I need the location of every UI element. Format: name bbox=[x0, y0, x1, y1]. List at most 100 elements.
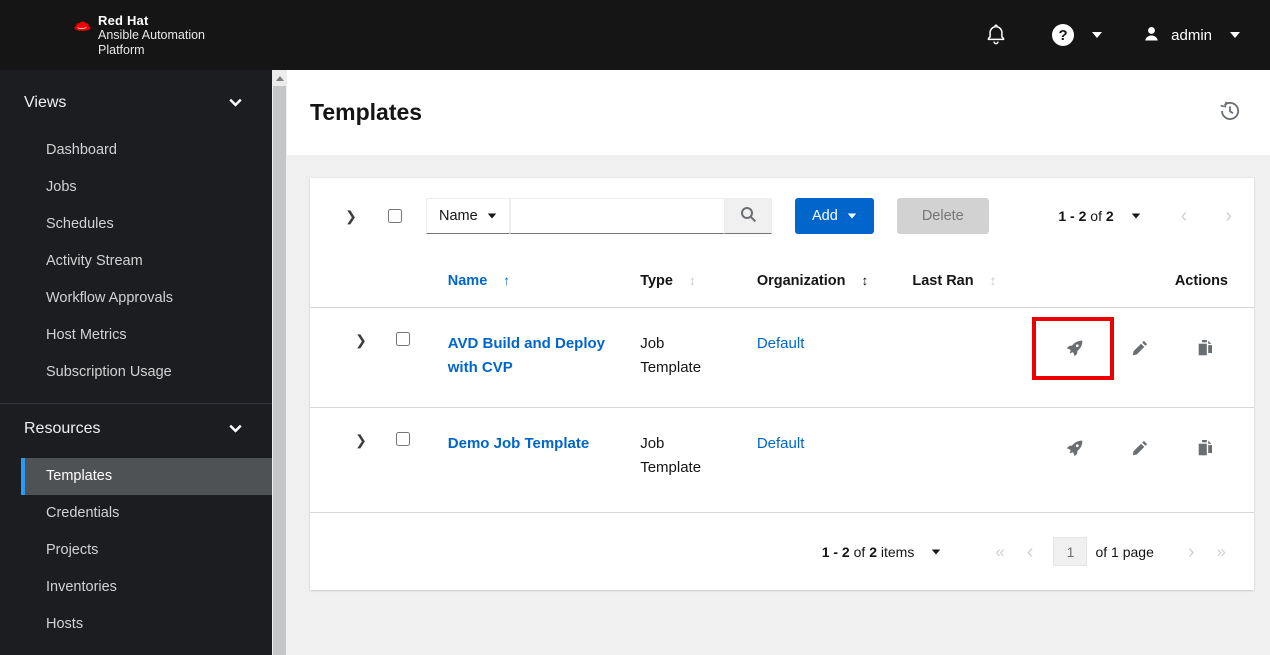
sidebar-item-schedules[interactable]: Schedules bbox=[0, 206, 272, 243]
nav-section-views-header[interactable]: Views bbox=[0, 84, 272, 122]
sort-ascending-icon: ↑ bbox=[503, 273, 511, 288]
copy-icon bbox=[1196, 340, 1213, 359]
edit-template-button[interactable] bbox=[1131, 340, 1148, 359]
caret-down-icon bbox=[487, 213, 497, 219]
sidebar-item-inventories[interactable]: Inventories bbox=[0, 569, 272, 606]
delete-button[interactable]: Delete bbox=[896, 198, 989, 234]
table-header-row: Name ↑ Type ↕ Organization ↕ Last Ran ↕ bbox=[310, 255, 1254, 308]
select-all-checkbox[interactable] bbox=[388, 209, 402, 223]
column-header-last-ran[interactable]: Last Ran ↕ bbox=[891, 255, 1041, 308]
bell-icon bbox=[986, 23, 1006, 48]
column-header-type[interactable]: Type ↕ bbox=[619, 255, 736, 308]
nav-section-views: Views Dashboard Jobs Schedules Activity … bbox=[0, 70, 272, 391]
search-icon bbox=[740, 206, 757, 226]
template-type: Job Template bbox=[640, 435, 702, 476]
filter-key-select[interactable]: Name bbox=[426, 198, 510, 234]
user-icon bbox=[1142, 24, 1161, 46]
current-page-input[interactable] bbox=[1053, 537, 1088, 566]
brand-line3: Platform bbox=[98, 42, 145, 57]
chevron-down-icon bbox=[229, 420, 242, 438]
sidebar-item-dashboard[interactable]: Dashboard bbox=[0, 132, 272, 169]
launch-template-button[interactable] bbox=[1066, 440, 1083, 460]
sidebar-item-templates[interactable]: Templates bbox=[21, 458, 272, 495]
brand-line2: Ansible Automation bbox=[98, 27, 206, 42]
toolbar-pagination: 1 - 2 of 2 ‹ › bbox=[1058, 204, 1238, 228]
search-submit-button[interactable] bbox=[724, 198, 772, 234]
sidebar-item-hosts[interactable]: Hosts bbox=[0, 606, 272, 643]
sidebar-item-subscription-usage[interactable]: Subscription Usage bbox=[0, 354, 272, 391]
sidebar-item-workflow-approvals[interactable]: Workflow Approvals bbox=[0, 280, 272, 317]
user-name-label: admin bbox=[1171, 26, 1212, 44]
user-menu-button[interactable]: admin bbox=[1142, 24, 1240, 46]
sidebar-item-credentials[interactable]: Credentials bbox=[0, 495, 272, 532]
next-page-button[interactable]: › bbox=[1219, 204, 1238, 228]
add-button[interactable]: Add bbox=[795, 198, 874, 234]
column-header-actions: Actions bbox=[1040, 255, 1254, 308]
caret-down-icon bbox=[847, 213, 857, 219]
chevron-down-icon bbox=[229, 94, 242, 112]
copy-icon bbox=[1196, 440, 1213, 459]
masthead: Red Hat Ansible Automation Platform ? ad… bbox=[0, 0, 1270, 70]
prev-page-button[interactable]: ‹ bbox=[1021, 540, 1040, 564]
notifications-button[interactable] bbox=[986, 23, 1006, 48]
first-page-button[interactable]: « bbox=[989, 541, 1010, 562]
row-select-checkbox[interactable] bbox=[396, 332, 411, 346]
pencil-icon bbox=[1132, 340, 1148, 359]
caret-down-icon bbox=[1230, 32, 1240, 38]
question-circle-icon: ? bbox=[1052, 24, 1075, 46]
pencil-icon bbox=[1132, 440, 1148, 459]
row-expand-button[interactable]: ❯ bbox=[350, 432, 372, 449]
sidebar-item-jobs[interactable]: Jobs bbox=[0, 169, 272, 206]
template-name-link[interactable]: Demo Job Template bbox=[448, 432, 589, 456]
page-title: Templates bbox=[310, 99, 423, 125]
column-header-organization[interactable]: Organization ↕ bbox=[735, 255, 892, 308]
sort-icon: ↕ bbox=[989, 273, 997, 288]
brand-logo: Red Hat Ansible Automation Platform bbox=[72, 13, 205, 58]
table-row: ❯ AVD Build and Deploy with CVP Job Temp… bbox=[310, 308, 1254, 408]
rocket-icon bbox=[1066, 340, 1083, 360]
table-row: ❯ Demo Job Template Job Template Default bbox=[310, 408, 1254, 513]
scrollbar-up-arrow[interactable] bbox=[272, 70, 287, 86]
row-select-checkbox[interactable] bbox=[396, 432, 411, 446]
pagination-range: 1 - 2 bbox=[1058, 208, 1087, 224]
next-page-button[interactable]: › bbox=[1182, 540, 1201, 564]
nav-section-resources: Resources Templates Credentials Projects… bbox=[0, 403, 272, 643]
expand-all-button[interactable]: ❯ bbox=[340, 208, 362, 225]
page-count-label: of 1 page bbox=[1095, 543, 1154, 560]
copy-template-button[interactable] bbox=[1196, 340, 1213, 359]
activity-history-button[interactable] bbox=[1219, 100, 1241, 125]
sort-icon: ↕ bbox=[861, 273, 869, 288]
edit-template-button[interactable] bbox=[1131, 440, 1148, 459]
per-page-menu-button[interactable] bbox=[1127, 209, 1145, 223]
sidebar-item-host-metrics[interactable]: Host Metrics bbox=[0, 317, 272, 354]
scrollbar-thumb[interactable] bbox=[273, 86, 286, 655]
bottom-pagination: 1 - 2 of 2 items « ‹ of 1 page › » bbox=[310, 513, 1254, 590]
rocket-icon bbox=[1066, 440, 1083, 460]
redhat-fedora-icon bbox=[72, 19, 93, 41]
copy-template-button[interactable] bbox=[1196, 440, 1213, 459]
last-ran-cell bbox=[891, 308, 1040, 408]
organization-link[interactable]: Default bbox=[757, 335, 805, 352]
nav-toggle-button[interactable] bbox=[20, 33, 48, 37]
filter-key-value: Name bbox=[439, 208, 478, 224]
caret-down-icon bbox=[1131, 213, 1140, 219]
nav-section-resources-header[interactable]: Resources bbox=[0, 410, 272, 448]
caret-down-icon bbox=[932, 548, 941, 555]
help-menu-button[interactable]: ? bbox=[1052, 24, 1103, 46]
templates-list-card: ❯ Name Add Delete 1 - 2 of 2 ‹ › Name ↑ … bbox=[310, 178, 1254, 590]
template-name-link[interactable]: AVD Build and Deploy with CVP bbox=[448, 332, 611, 380]
sidebar-scrollbar bbox=[272, 70, 287, 655]
prev-page-button[interactable]: ‹ bbox=[1175, 204, 1194, 228]
launch-template-button[interactable] bbox=[1032, 317, 1114, 380]
row-expand-button[interactable]: ❯ bbox=[350, 332, 372, 349]
sidebar-item-activity-stream[interactable]: Activity Stream bbox=[0, 243, 272, 280]
history-icon bbox=[1219, 100, 1241, 125]
last-page-button[interactable]: » bbox=[1211, 541, 1232, 562]
chevron-right-icon: ❯ bbox=[345, 207, 357, 224]
caret-down-icon bbox=[1092, 32, 1103, 38]
search-input[interactable] bbox=[510, 198, 724, 234]
column-header-name[interactable]: Name ↑ bbox=[426, 255, 620, 308]
sidebar-item-projects[interactable]: Projects bbox=[0, 532, 272, 569]
organization-link[interactable]: Default bbox=[757, 435, 805, 452]
per-page-menu-button[interactable] bbox=[927, 545, 945, 559]
